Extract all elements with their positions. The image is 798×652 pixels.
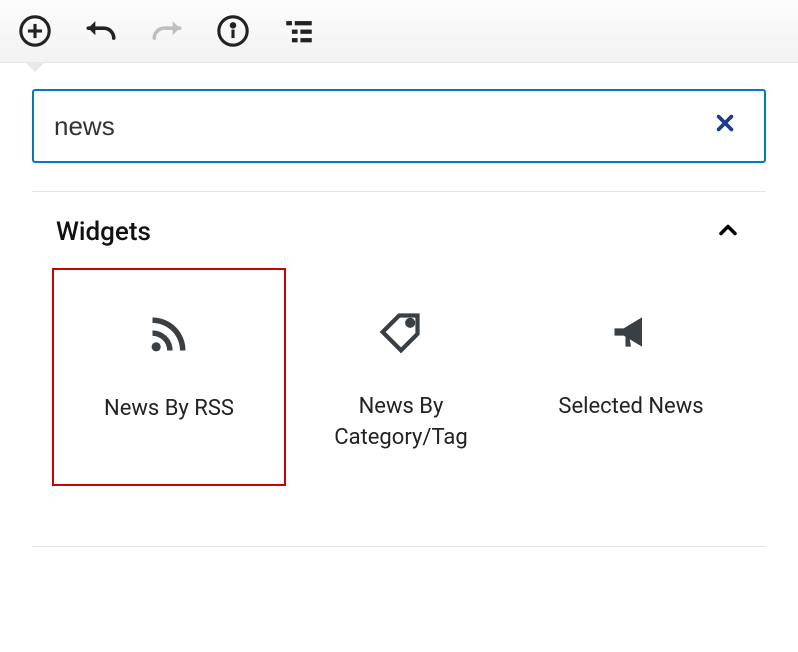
widget-label: Selected News <box>558 392 703 423</box>
search-input[interactable] <box>54 111 706 142</box>
widget-selected-news[interactable]: Selected News <box>516 268 746 486</box>
widget-news-by-rss[interactable]: News By RSS <box>52 268 286 486</box>
outline-icon <box>282 14 316 48</box>
rss-icon <box>147 310 191 358</box>
clear-search-button[interactable] <box>706 103 744 149</box>
megaphone-icon <box>609 308 653 356</box>
redo-button[interactable] <box>150 14 184 48</box>
search-container <box>32 89 766 163</box>
section-title: Widgets <box>56 217 151 247</box>
redo-icon <box>150 14 184 48</box>
add-block-button[interactable] <box>18 14 52 48</box>
divider <box>32 546 766 547</box>
widgets-section-header[interactable]: Widgets <box>32 192 766 268</box>
widget-label: News By RSS <box>104 394 234 425</box>
info-icon <box>216 14 250 48</box>
plus-circle-icon <box>18 14 52 48</box>
outline-button[interactable] <box>282 14 316 48</box>
chevron-up-icon <box>714 216 742 248</box>
undo-icon <box>84 14 118 48</box>
block-inserter-panel: Widgets News By RSS <box>0 63 798 546</box>
editor-toolbar <box>0 0 798 63</box>
tag-icon <box>379 308 423 356</box>
info-button[interactable] <box>216 14 250 48</box>
widget-news-by-category-tag[interactable]: News By Category/Tag <box>286 268 516 486</box>
undo-button[interactable] <box>84 14 118 48</box>
widget-label: News By Category/Tag <box>298 392 504 454</box>
widgets-grid: News By RSS News By Category/Tag Selecte… <box>32 268 766 526</box>
close-icon <box>714 112 736 134</box>
